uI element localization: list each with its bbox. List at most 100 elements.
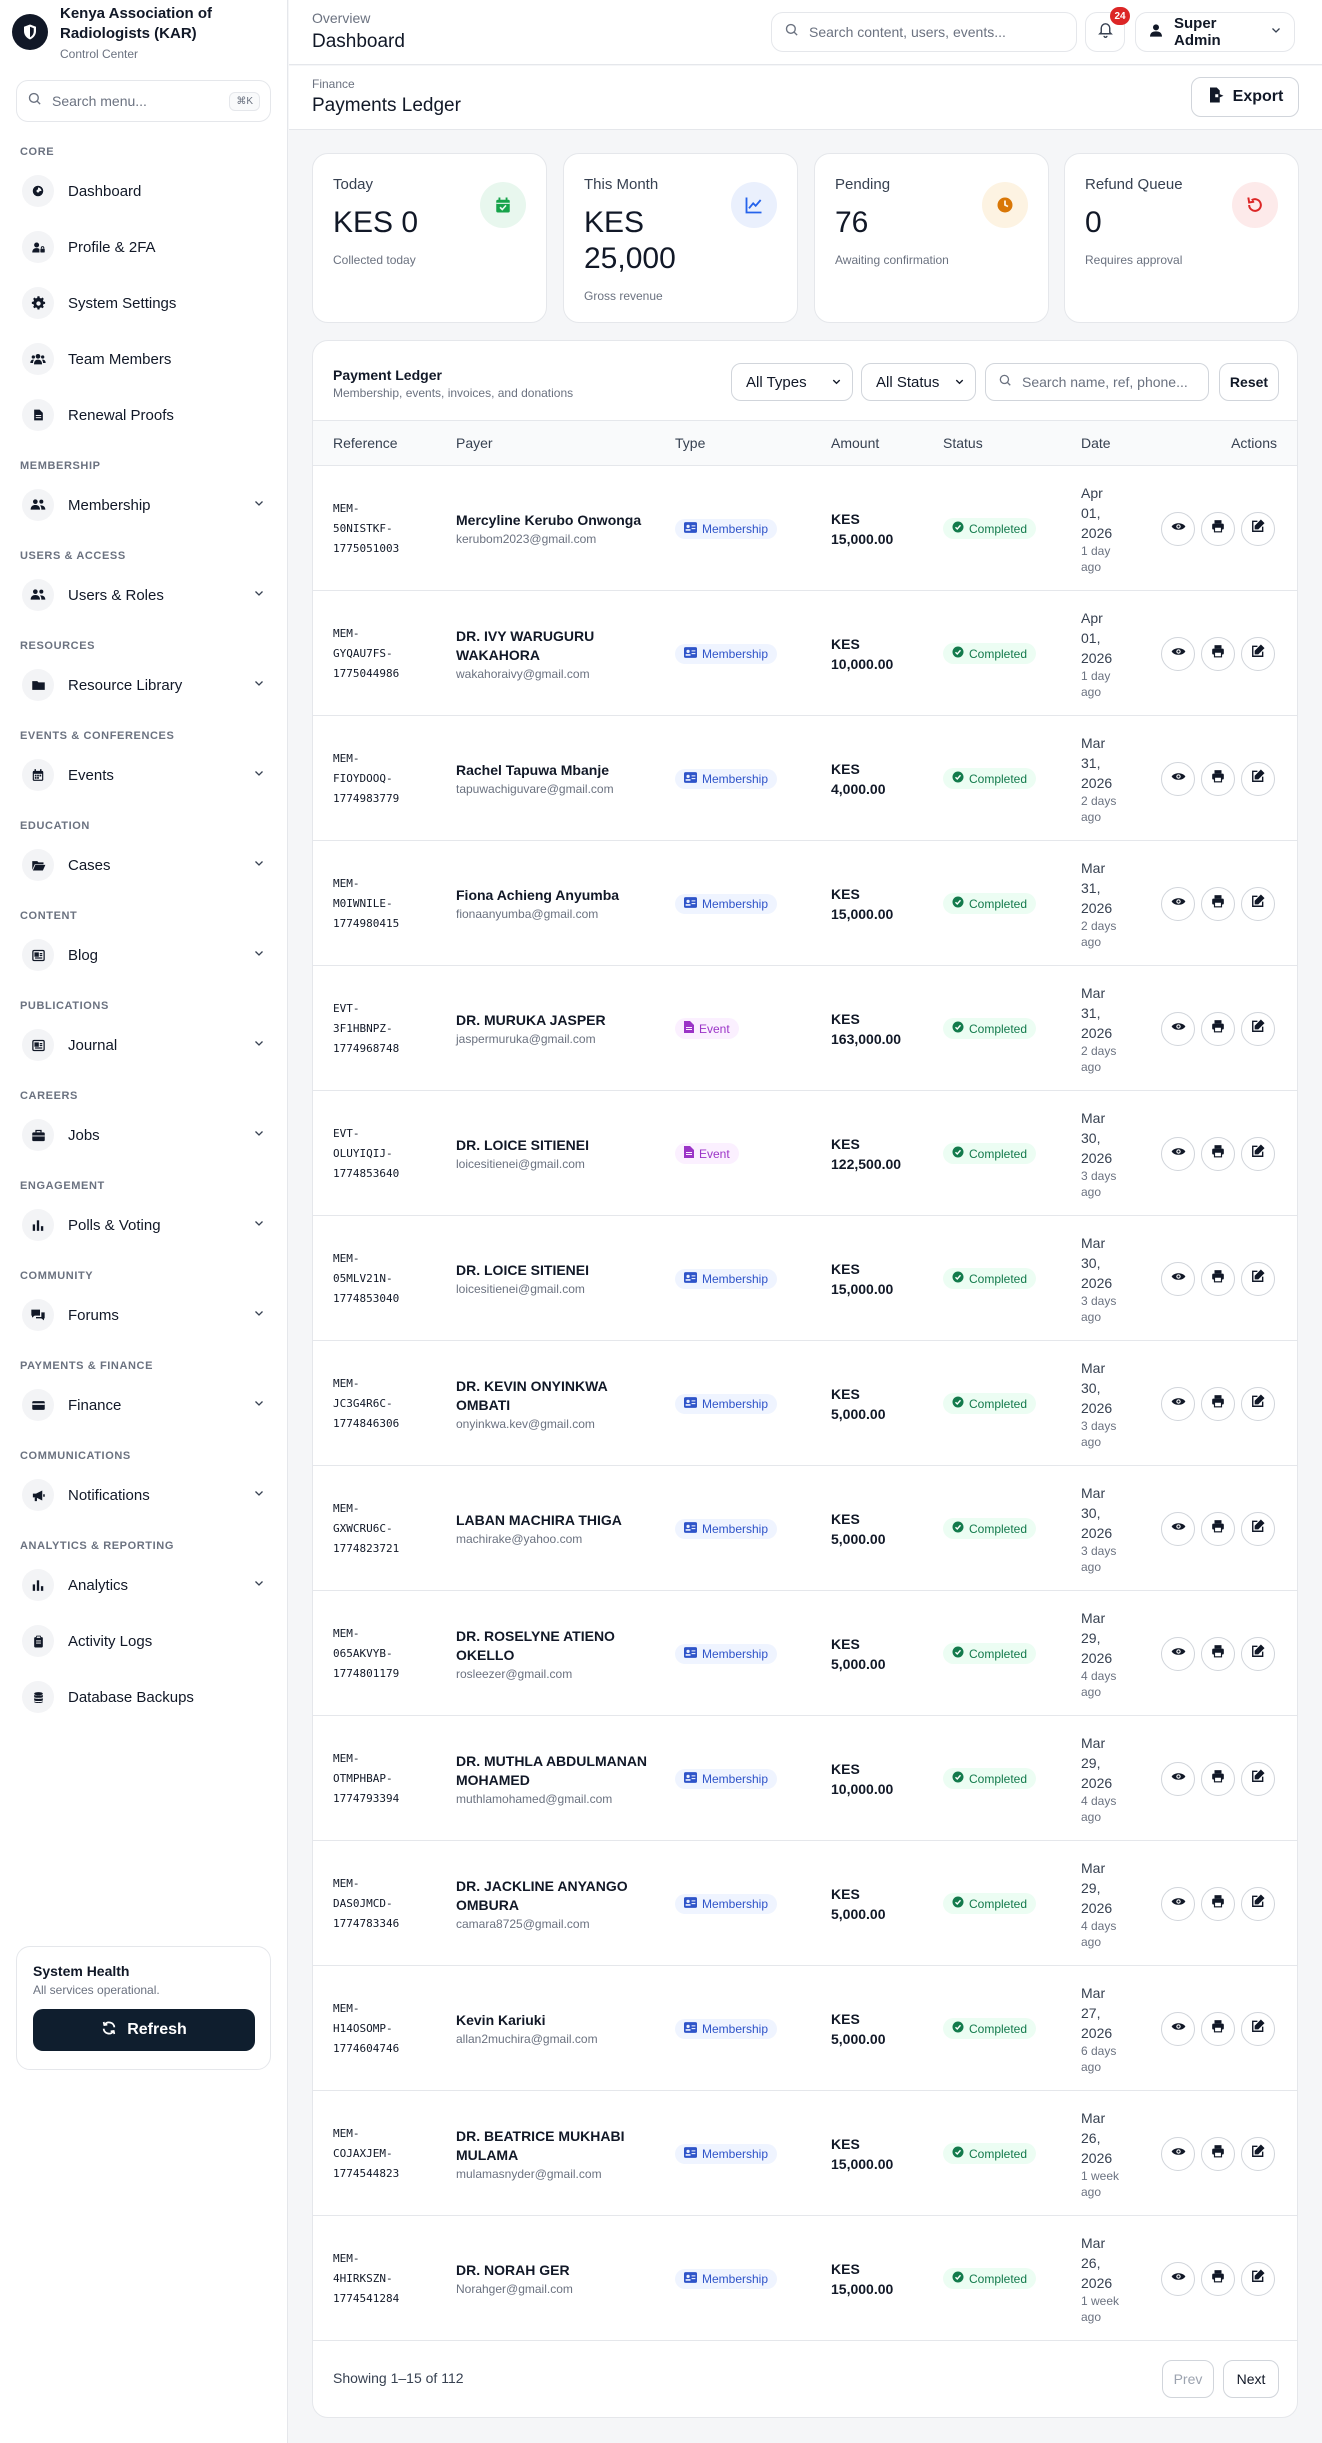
table-row[interactable]: MEM- GYQAU7FS- 1775044986 DR. IVY WARUGUR… bbox=[313, 591, 1297, 716]
print-button[interactable] bbox=[1201, 636, 1235, 671]
edit-button[interactable] bbox=[1241, 1761, 1275, 1796]
reset-button[interactable]: Reset bbox=[1219, 363, 1279, 401]
ledger-search-input[interactable] bbox=[1022, 374, 1197, 390]
column-header-amount[interactable]: Amount bbox=[831, 435, 879, 451]
view-button[interactable] bbox=[1161, 1761, 1195, 1796]
export-button[interactable]: Export bbox=[1191, 77, 1299, 117]
sidebar-item-resource-library[interactable]: Resource Library bbox=[16, 662, 271, 708]
edit-button[interactable] bbox=[1241, 2261, 1275, 2296]
table-row[interactable]: MEM- COJAXJEM- 1774544823 DR. BEATRICE MU… bbox=[313, 2091, 1297, 2216]
sidebar-item-events[interactable]: Events bbox=[16, 752, 271, 798]
sidebar-item-users-and-roles[interactable]: Users & Roles bbox=[16, 572, 271, 618]
sidebar-item-notifications[interactable]: Notifications bbox=[16, 1472, 271, 1518]
table-row[interactable]: MEM- 05MLV21N- 1774853040 DR. LOICE SITIE… bbox=[313, 1216, 1297, 1341]
column-header-status[interactable]: Status bbox=[943, 435, 983, 451]
table-row[interactable]: MEM- FIOYDOOQ- 1774983779 Rachel Tapuwa M… bbox=[313, 716, 1297, 841]
refresh-button[interactable]: Refresh bbox=[33, 2009, 255, 2051]
edit-button[interactable] bbox=[1241, 761, 1275, 796]
column-header-reference[interactable]: Reference bbox=[333, 435, 398, 451]
sidebar-item-polls-and-voting[interactable]: Polls & Voting bbox=[16, 1202, 271, 1248]
notifications-button[interactable]: 24 bbox=[1085, 7, 1130, 52]
view-button[interactable] bbox=[1161, 886, 1195, 921]
user-menu[interactable]: Super Admin bbox=[1135, 12, 1295, 52]
edit-button[interactable] bbox=[1241, 1011, 1275, 1046]
print-button[interactable] bbox=[1201, 2011, 1235, 2046]
view-button[interactable] bbox=[1161, 1886, 1195, 1921]
print-button[interactable] bbox=[1201, 1636, 1235, 1671]
print-button[interactable] bbox=[1201, 1761, 1235, 1796]
edit-button[interactable] bbox=[1241, 636, 1275, 671]
next-page-button[interactable]: Next bbox=[1223, 2360, 1279, 2398]
column-header-date[interactable]: Date bbox=[1081, 435, 1111, 451]
sidebar-item-system-settings[interactable]: System Settings bbox=[16, 280, 271, 326]
view-button[interactable] bbox=[1161, 2136, 1195, 2171]
global-search-input[interactable] bbox=[809, 24, 1059, 40]
view-button[interactable] bbox=[1161, 761, 1195, 796]
column-header-payer[interactable]: Payer bbox=[456, 435, 493, 451]
sidebar-item-cases[interactable]: Cases bbox=[16, 842, 271, 888]
table-row[interactable]: MEM- OTMPHBAP- 1774793394 DR. MUTHLA ABDU… bbox=[313, 1716, 1297, 1841]
table-row[interactable]: MEM- M0IWNILE- 1774980415 Fiona Achieng A… bbox=[313, 841, 1297, 966]
sidebar-item-jobs[interactable]: Jobs bbox=[16, 1112, 271, 1158]
view-button[interactable] bbox=[1161, 2011, 1195, 2046]
view-button[interactable] bbox=[1161, 636, 1195, 671]
table-row[interactable]: MEM- 50NISTKF- 1775051003 Mercyline Kerub… bbox=[313, 466, 1297, 591]
table-row[interactable]: EVT- OLUYIQIJ- 1774853640 DR. LOICE SITIE… bbox=[313, 1091, 1297, 1216]
view-button[interactable] bbox=[1161, 1136, 1195, 1171]
print-button[interactable] bbox=[1201, 1136, 1235, 1171]
sidebar-item-activity-logs[interactable]: Activity Logs bbox=[16, 1618, 271, 1664]
sidebar-item-database-backups[interactable]: Database Backups bbox=[16, 1674, 271, 1720]
sidebar-item-team-members[interactable]: Team Members bbox=[16, 336, 271, 382]
print-button[interactable] bbox=[1201, 1261, 1235, 1296]
view-button[interactable] bbox=[1161, 1386, 1195, 1421]
edit-button[interactable] bbox=[1241, 1261, 1275, 1296]
table-row[interactable]: MEM- DAS0JMCD- 1774783346 DR. JACKLINE AN… bbox=[313, 1841, 1297, 1966]
sidebar-item-dashboard[interactable]: Dashboard bbox=[16, 168, 271, 214]
edit-button[interactable] bbox=[1241, 2136, 1275, 2171]
print-button[interactable] bbox=[1201, 1011, 1235, 1046]
print-button[interactable] bbox=[1201, 1886, 1235, 1921]
status-filter-select[interactable]: All Status bbox=[861, 363, 976, 401]
sidebar-item-profile-and-2fa[interactable]: Profile & 2FA bbox=[16, 224, 271, 270]
ledger-search[interactable] bbox=[985, 363, 1209, 401]
table-row[interactable]: MEM- H14OSOMP- 1774604746 Kevin Kariuki al… bbox=[313, 1966, 1297, 2091]
sidebar-item-blog[interactable]: Blog bbox=[16, 932, 271, 978]
column-header-type[interactable]: Type bbox=[675, 435, 705, 451]
sidebar-item-renewal-proofs[interactable]: Renewal Proofs bbox=[16, 392, 271, 438]
menu-search[interactable]: ⌘K bbox=[16, 80, 271, 122]
print-button[interactable] bbox=[1201, 511, 1235, 546]
sidebar-item-forums[interactable]: Forums bbox=[16, 1292, 271, 1338]
sidebar-item-journal[interactable]: Journal bbox=[16, 1022, 271, 1068]
type-filter-select[interactable]: All Types bbox=[731, 363, 853, 401]
brand[interactable]: Kenya Association of Radiologists (KAR) … bbox=[0, 0, 287, 64]
edit-button[interactable] bbox=[1241, 1511, 1275, 1546]
print-button[interactable] bbox=[1201, 886, 1235, 921]
edit-button[interactable] bbox=[1241, 886, 1275, 921]
table-row[interactable]: MEM- JC3G4R6C- 1774846306 DR. KEVIN ONYIN… bbox=[313, 1341, 1297, 1466]
view-button[interactable] bbox=[1161, 1261, 1195, 1296]
view-button[interactable] bbox=[1161, 2261, 1195, 2296]
global-search[interactable] bbox=[771, 12, 1077, 52]
table-row[interactable]: MEM- 065AKVYB- 1774801179 DR. ROSELYNE AT… bbox=[313, 1591, 1297, 1716]
sidebar-item-membership[interactable]: Membership bbox=[16, 482, 271, 528]
sidebar-item-analytics[interactable]: Analytics bbox=[16, 1562, 271, 1608]
print-button[interactable] bbox=[1201, 1511, 1235, 1546]
edit-button[interactable] bbox=[1241, 1636, 1275, 1671]
table-row[interactable]: MEM- GXWCRU6C- 1774823721 LABAN MACHIRA T… bbox=[313, 1466, 1297, 1591]
print-button[interactable] bbox=[1201, 1386, 1235, 1421]
edit-button[interactable] bbox=[1241, 1886, 1275, 1921]
menu-search-input[interactable] bbox=[52, 93, 222, 109]
edit-button[interactable] bbox=[1241, 1136, 1275, 1171]
view-button[interactable] bbox=[1161, 1636, 1195, 1671]
prev-page-button[interactable]: Prev bbox=[1162, 2360, 1214, 2398]
view-button[interactable] bbox=[1161, 511, 1195, 546]
view-button[interactable] bbox=[1161, 1011, 1195, 1046]
edit-button[interactable] bbox=[1241, 1386, 1275, 1421]
breadcrumb[interactable]: Finance bbox=[312, 77, 355, 91]
table-row[interactable]: MEM- 4HIRKSZN- 1774541284 DR. NORAH GER No… bbox=[313, 2216, 1297, 2341]
print-button[interactable] bbox=[1201, 761, 1235, 796]
print-button[interactable] bbox=[1201, 2136, 1235, 2171]
edit-button[interactable] bbox=[1241, 2011, 1275, 2046]
edit-button[interactable] bbox=[1241, 511, 1275, 546]
table-row[interactable]: EVT- 3F1HBNPZ- 1774968748 DR. MURUKA JASP… bbox=[313, 966, 1297, 1091]
